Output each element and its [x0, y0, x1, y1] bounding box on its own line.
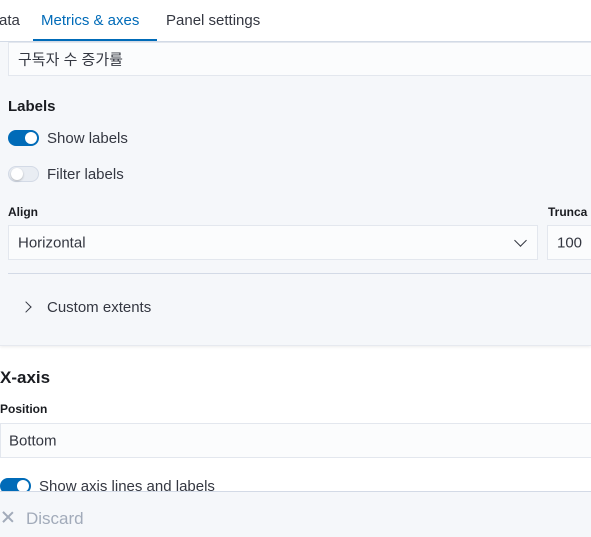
x-axis-title: X-axis — [0, 368, 51, 387]
discard-label: Discard — [26, 509, 84, 528]
chevron-right-icon — [20, 301, 32, 313]
position-select[interactable]: Bottom — [0, 423, 591, 458]
metric-title-value: 구독자 수 증가률 — [18, 51, 123, 69]
active-tab-indicator — [33, 39, 157, 41]
custom-extents-label: Custom extents — [47, 299, 152, 316]
show-labels-switch[interactable] — [8, 130, 39, 146]
align-select[interactable]: Horizontal — [8, 225, 538, 260]
footer-bar: Discard — [0, 491, 591, 537]
filter-labels-label: Filter labels — [47, 166, 124, 183]
panel-border — [0, 345, 591, 346]
divider — [8, 273, 591, 274]
align-label: Align — [8, 205, 38, 219]
truncate-value: 100 — [557, 234, 583, 251]
switch-knob — [25, 132, 37, 144]
custom-extents-toggle[interactable]: Custom extents — [20, 294, 220, 318]
chevron-down-icon — [514, 234, 527, 247]
position-select-value: Bottom — [9, 432, 57, 449]
truncate-label: Trunca — [548, 205, 588, 219]
align-select-value: Horizontal — [18, 234, 86, 251]
tab-data[interactable]: ata — [0, 12, 20, 29]
close-icon — [2, 511, 14, 523]
show-labels-label: Show labels — [47, 130, 128, 147]
tab-bar: ata Metrics & axes Panel settings — [0, 0, 591, 42]
metric-settings-panel: 구독자 수 증가률 Labels Show labels Filter labe… — [0, 42, 591, 345]
switch-knob — [11, 168, 23, 180]
metric-title-input[interactable]: 구독자 수 증가률 — [8, 42, 591, 76]
filter-labels-switch[interactable] — [8, 166, 39, 182]
tab-panel-settings[interactable]: Panel settings — [166, 12, 260, 29]
discard-button[interactable]: Discard — [0, 492, 110, 537]
labels-section-title: Labels — [8, 98, 56, 115]
position-label: Position — [0, 402, 48, 416]
truncate-input[interactable]: 100 — [547, 225, 591, 260]
tab-metrics-axes[interactable]: Metrics & axes — [41, 12, 139, 29]
